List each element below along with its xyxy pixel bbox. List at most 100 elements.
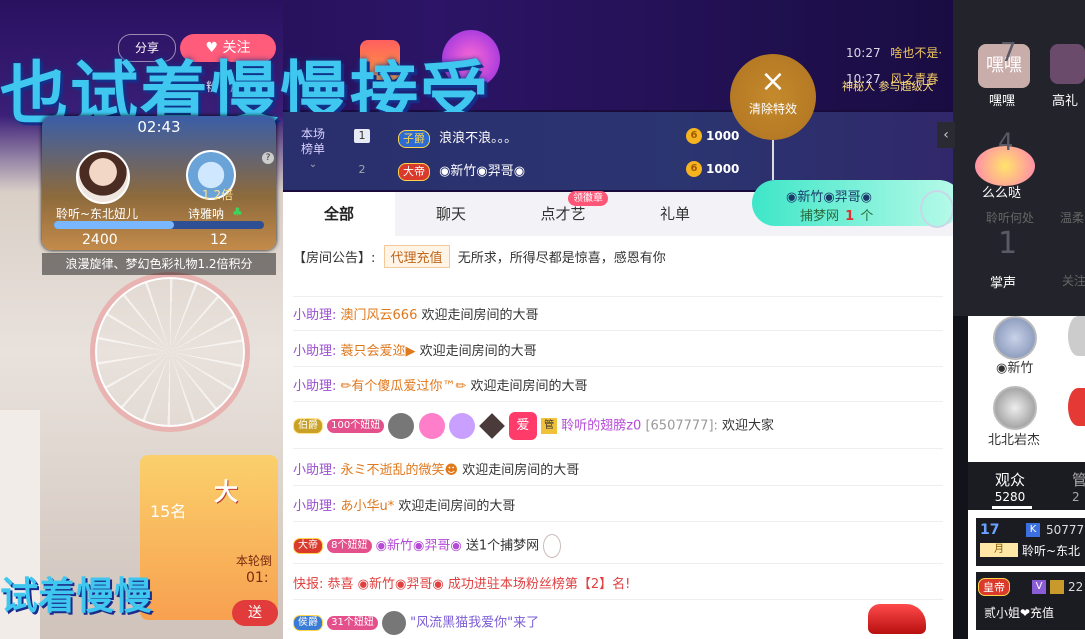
- claim-badge-tag[interactable]: 领徽章: [568, 191, 608, 206]
- news-message: 快报: 恭喜 ◉新竹◉羿哥◉ 成功进驻本场粉丝榜第【2】名!: [293, 573, 630, 592]
- gift-item-icon[interactable]: [1050, 44, 1085, 84]
- crown-icon: [448, 413, 475, 439]
- announcement-prefix: 【房间公告】:: [293, 251, 376, 266]
- level-badge: 17: [980, 522, 1000, 538]
- viewer-avatar[interactable]: [993, 316, 1037, 360]
- noble-badge: 伯爵: [293, 418, 323, 434]
- tab-gift-list[interactable]: 礼单: [619, 192, 731, 236]
- gift-name: 掌声: [990, 276, 1017, 291]
- rank-number: 2: [358, 163, 366, 176]
- pk-bonus-line: 浪漫旋律、梦幻色彩礼物1.2倍积分: [42, 253, 276, 275]
- clear-effects-button[interactable]: × 清除特效: [730, 54, 816, 140]
- gift-count: 1: [998, 226, 1018, 261]
- divider: [293, 599, 943, 600]
- clear-effects-label: 清除特效: [748, 102, 797, 116]
- rank-row[interactable]: 子爵 浪浪不浪。。。: [398, 127, 517, 148]
- gift-count: 4: [998, 128, 1014, 156]
- host-avatar[interactable]: [76, 150, 130, 204]
- viewer-avatar[interactable]: [993, 386, 1037, 430]
- divider: [293, 521, 943, 522]
- ticker-text: 啥也不是·: [890, 46, 943, 60]
- chat-user[interactable]: ✏有个傻瓜爱过你™✏: [341, 379, 467, 394]
- dreamcatcher-icon: [543, 534, 562, 558]
- clover-icon: ♣: [232, 205, 243, 219]
- rank-amount: 1000: [706, 129, 740, 143]
- chat-user[interactable]: 澳门风云666: [341, 308, 418, 323]
- rank-user-name: ◉新竹◉羿哥◉: [439, 164, 526, 179]
- audience-id: 50777: [1046, 523, 1085, 537]
- news-prefix: 快报:: [293, 577, 324, 592]
- rank-number: 1: [354, 129, 370, 143]
- announcement-badge[interactable]: 代理充值: [383, 245, 450, 268]
- divider: [293, 401, 943, 402]
- car-icon: [868, 604, 926, 634]
- tab-audience-label: 观众: [994, 471, 1025, 489]
- guest-multiplier: 1.2倍: [202, 188, 234, 202]
- host-score: 2400: [82, 232, 118, 248]
- ticker-extra: 神秘人 参与超级大: [842, 80, 934, 93]
- tab-managers[interactable]: 管 2: [1072, 469, 1085, 504]
- rank-board-label[interactable]: 本场 榜单 ⌄: [292, 127, 334, 172]
- noble-badge: 大帝: [398, 163, 430, 181]
- guest-name: 诗雅呐: [188, 207, 225, 221]
- manager-icon: 管: [541, 418, 558, 434]
- help-icon[interactable]: ?: [262, 152, 274, 164]
- tab-audience[interactable]: 观众 5280: [990, 469, 1030, 504]
- helper-label: 小助理:: [293, 308, 337, 323]
- fans-bubble-names: ◉新竹◉羿哥◉: [786, 190, 873, 205]
- k-badge-icon: K: [1026, 523, 1040, 537]
- fan-badge: 8个妞妞: [327, 539, 372, 553]
- divider: [293, 448, 943, 449]
- send-button[interactable]: 送: [232, 600, 278, 626]
- close-icon: ×: [760, 64, 786, 99]
- pk-progress-fill: [54, 221, 174, 229]
- chat-user[interactable]: あ小华u*: [341, 499, 395, 514]
- chat-message: 小助理: 永ミ不逝乱的微笑☻ 欢迎走间房间的大哥: [293, 459, 579, 478]
- fans-bubble-unit: 个: [860, 209, 874, 224]
- helper-label: 小助理:: [293, 379, 337, 394]
- viewer-avatar[interactable]: [1068, 388, 1085, 426]
- tab-chat[interactable]: 聊天: [395, 192, 507, 236]
- divider: [293, 296, 943, 297]
- v-badge: V: [1032, 580, 1046, 594]
- pk-timer: 02:43: [137, 118, 181, 136]
- rank-amount: 1000: [706, 162, 740, 176]
- chat-user-id: [6507777]:: [645, 418, 718, 434]
- chat-user[interactable]: 聆听的翅膀z0: [561, 419, 641, 434]
- chevron-left-icon[interactable]: ‹: [937, 122, 955, 148]
- guest-score: 12: [210, 232, 228, 248]
- coin-icon: 6: [686, 161, 702, 177]
- viewer-avatar[interactable]: [1068, 316, 1085, 356]
- noble-badge: 大帝: [293, 538, 323, 554]
- gift-name: 高礼: [1052, 94, 1079, 109]
- enter-message: 侯爵 31个妞妞 "风流黑猫我爱你"来了: [293, 611, 539, 635]
- gift-name: 嘿嘿: [989, 94, 1016, 109]
- tab-underline: [992, 506, 1032, 509]
- tab-all[interactable]: 全部: [283, 192, 395, 236]
- chat-message: 小助理: あ小华u* 欢迎走间房间的大哥: [293, 495, 515, 514]
- dreamcatcher-image: [90, 272, 250, 432]
- rank-label-line2: 榜单: [300, 142, 325, 156]
- divider: [293, 330, 943, 331]
- diamond-icon: [478, 413, 505, 439]
- chat-text: 送1个捕梦网: [465, 538, 540, 554]
- viewer-name[interactable]: 北北岩杰: [988, 429, 1040, 448]
- viewer-name[interactable]: ◉新竹: [996, 357, 1033, 376]
- helper-label: 小助理:: [293, 499, 337, 514]
- chat-user[interactable]: ◉新竹◉羿哥◉: [376, 539, 462, 554]
- divider: [293, 485, 943, 486]
- promo-poster-subtext: 15名: [150, 502, 187, 521]
- coin-icon: 6: [686, 128, 702, 144]
- chat-user[interactable]: 永ミ不逝乱的微笑☻: [341, 463, 459, 478]
- enter-text: "风流黑猫我爱你"来了: [410, 615, 540, 631]
- fans-bubble-count: 1: [845, 209, 855, 224]
- gift-count: 7: [1000, 38, 1017, 68]
- fans-bubble-text: 捕梦网 1 个: [800, 205, 873, 224]
- fan-badge: 100个妞妞: [327, 419, 385, 433]
- divider: [293, 563, 943, 564]
- month-badge: 月: [980, 543, 1018, 557]
- chat-text: 欢迎走间房间的大哥: [419, 344, 537, 359]
- chat-message: 小助理: 蓑只会爱迩▶ 欢迎走间房间的大哥: [293, 340, 537, 359]
- chat-user[interactable]: 蓑只会爱迩▶: [341, 344, 416, 359]
- rank-row[interactable]: 大帝 ◉新竹◉羿哥◉: [398, 160, 525, 181]
